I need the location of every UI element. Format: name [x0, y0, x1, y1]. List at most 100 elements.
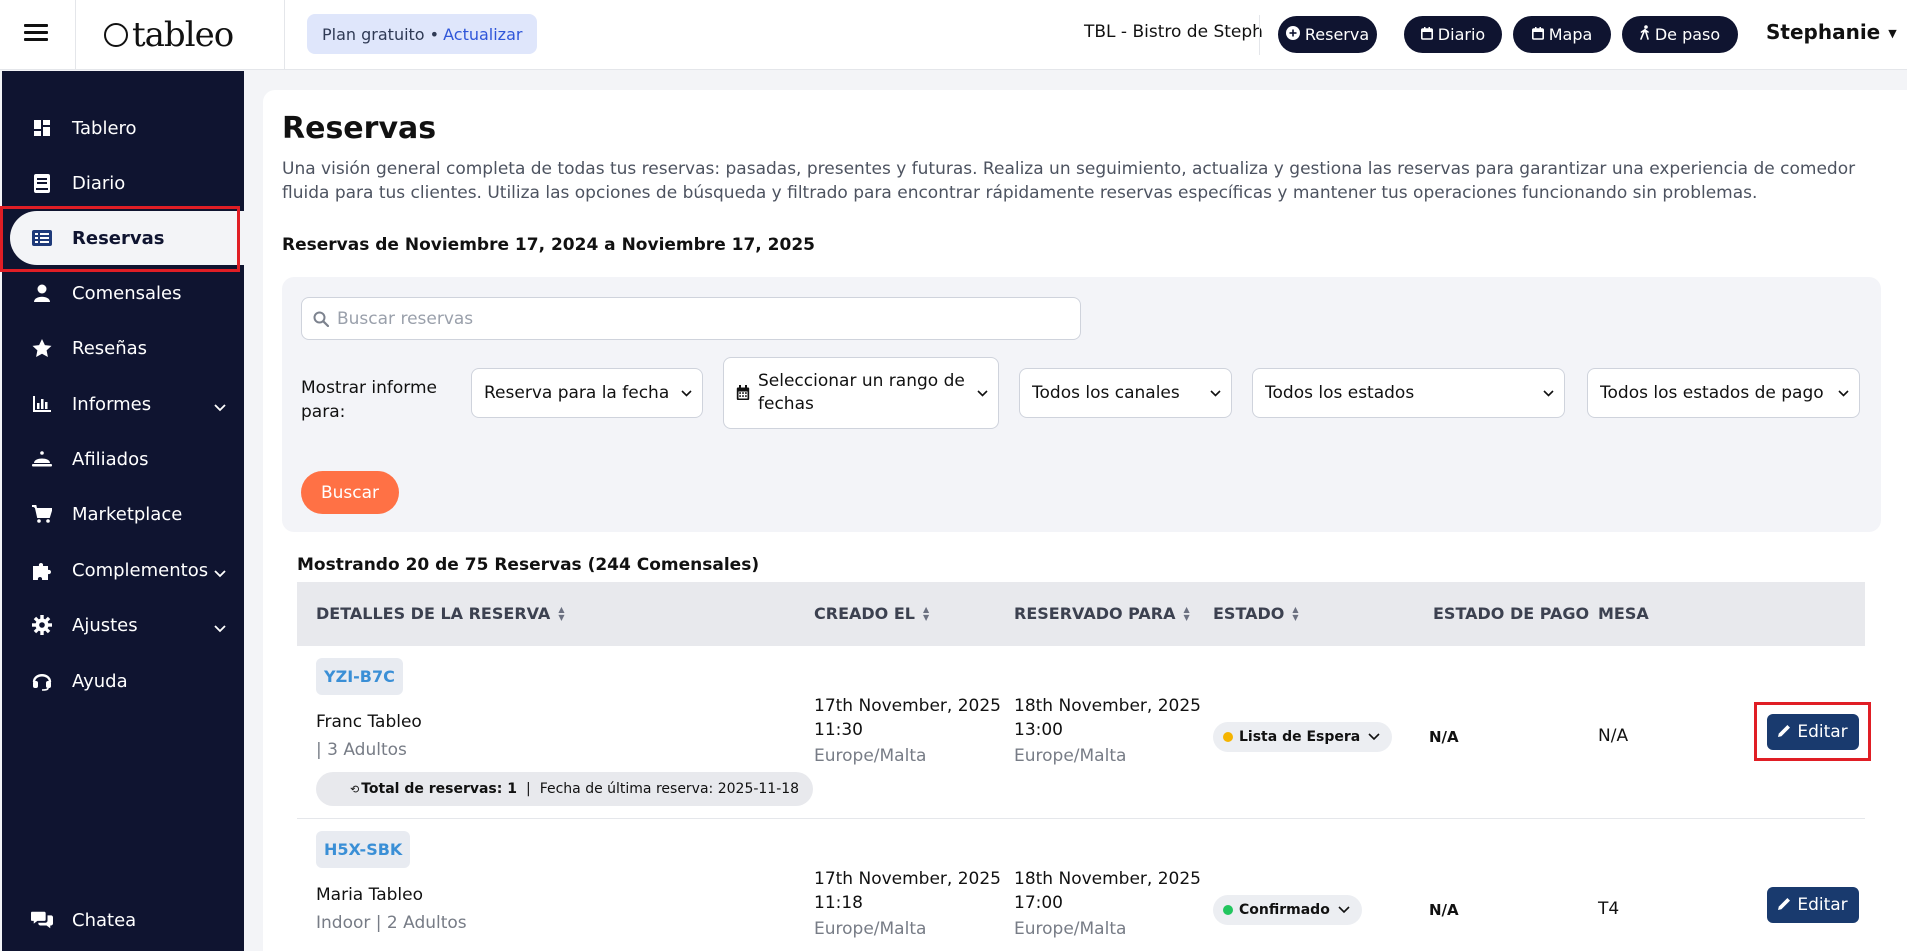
sidebar-item-label: Informes: [72, 393, 152, 415]
status-select[interactable]: Todos los estados: [1252, 368, 1565, 418]
sidebar-item-resenas[interactable]: Reseñas: [2, 323, 244, 373]
date-type-value: Reserva para la fecha: [484, 383, 670, 403]
sidebar: Tablero Diario Reservas Comensales Reseñ…: [2, 71, 244, 951]
created-time: 11:30: [814, 720, 863, 740]
sort-icon: ▲ ▼: [1183, 604, 1190, 622]
divider: [75, 0, 76, 70]
guest-stats: ⟲ Total de reservas: 1 | Fecha de última…: [316, 772, 813, 806]
status-dropdown[interactable]: Confirmado: [1213, 895, 1362, 925]
sidebar-item-comensales[interactable]: Comensales: [2, 268, 244, 318]
sidebar-item-marketplace[interactable]: Marketplace: [2, 489, 244, 539]
chevron-down-icon: [681, 386, 692, 400]
diary-button[interactable]: Diario: [1404, 16, 1502, 53]
pencil-icon: [1778, 722, 1791, 742]
column-header-label: MESA: [1598, 604, 1649, 623]
sidebar-item-tablero[interactable]: Tablero: [2, 103, 244, 153]
channel-value: Todos los canales: [1032, 383, 1180, 403]
sidebar-item-label: Reseñas: [72, 337, 148, 359]
sidebar-item-ajustes[interactable]: Ajustes: [2, 600, 244, 650]
calendar-icon: [1420, 25, 1433, 44]
reserved-for: 18th November, 2025 13:00 Europe/Malta: [1014, 694, 1201, 768]
party-details: Indoor | 2 Adultos: [316, 913, 467, 933]
calendar-icon: [736, 385, 750, 401]
sidebar-item-diario[interactable]: Diario: [2, 158, 244, 208]
table-row: H5X-SBK Maria Tableo Indoor | 2 Adultos …: [297, 819, 1865, 951]
status-dot: [1223, 732, 1233, 742]
bell-icon: [31, 448, 53, 470]
created-at: 17th November, 2025 11:18 Europe/Malta: [814, 867, 1001, 941]
reserved-time: 17:00: [1014, 893, 1063, 913]
map-button[interactable]: Mapa: [1513, 16, 1611, 53]
chevron-down-icon: [1338, 906, 1350, 914]
sidebar-item-complementos[interactable]: Complementos: [2, 545, 244, 595]
chat-button[interactable]: Chatea: [2, 895, 244, 945]
created-time: 11:18: [814, 893, 863, 913]
sidebar-item-ayuda[interactable]: Ayuda: [2, 656, 244, 706]
chevron-down-icon: [1368, 733, 1380, 741]
chat-label: Chatea: [72, 909, 137, 931]
walk-in-button[interactable]: De paso: [1622, 16, 1738, 53]
logo[interactable]: tableo: [104, 13, 234, 57]
channel-select[interactable]: Todos los canales: [1019, 368, 1232, 418]
cart-icon: [31, 503, 53, 525]
edit-label: Editar: [1797, 722, 1848, 742]
chevron-down-icon: [214, 617, 226, 638]
search-field[interactable]: [301, 297, 1081, 340]
table-header: DETALLES DE LA RESERVA ▲ ▼ CREADO EL ▲ ▼ R…: [297, 582, 1865, 646]
created-timezone: Europe/Malta: [814, 746, 927, 766]
plan-label: Plan gratuito •: [322, 24, 440, 44]
reservations-card: Reservas Una visión general completa de …: [263, 90, 1907, 951]
date-range-value: Seleccionar un rango de fechas: [758, 371, 965, 414]
reservation-code[interactable]: YZI-B7C: [316, 658, 403, 695]
sidebar-item-label: Complementos: [72, 559, 209, 581]
edit-button[interactable]: Editar: [1767, 887, 1859, 923]
guest-name: Franc Tableo: [316, 712, 422, 732]
gear-icon: [31, 614, 53, 636]
edit-button[interactable]: Editar: [1767, 714, 1859, 750]
sort-icon: ▲ ▼: [922, 604, 930, 622]
user-name: Stephanie: [1766, 20, 1881, 44]
sidebar-item-afiliados[interactable]: Afiliados: [2, 434, 244, 484]
sidebar-item-label: Comensales: [72, 282, 182, 304]
column-header-status[interactable]: ESTADO ▲ ▼: [1213, 604, 1299, 623]
sort-icon: ▲ ▼: [558, 604, 565, 622]
reserved-for: 18th November, 2025 17:00 Europe/Malta: [1014, 867, 1201, 941]
sidebar-item-informes[interactable]: Informes: [2, 379, 244, 429]
separator: |: [525, 781, 531, 797]
new-reservation-button[interactable]: Reserva: [1278, 16, 1377, 53]
sidebar-item-reservas[interactable]: Reservas: [10, 211, 244, 265]
column-header-table: MESA: [1598, 604, 1649, 623]
column-header-label: DETALLES DE LA RESERVA: [316, 604, 551, 623]
payment-status: N/A: [1429, 728, 1459, 746]
status-dot: [1223, 905, 1233, 915]
status-dropdown[interactable]: Lista de Espera: [1213, 722, 1393, 752]
search-input[interactable]: [337, 308, 1037, 329]
hamburger-menu-icon[interactable]: [24, 24, 48, 44]
date-range-select[interactable]: Seleccionar un rango de fechas: [723, 357, 999, 429]
user-menu[interactable]: Stephanie ▼: [1766, 20, 1897, 44]
sort-icon: ▲ ▼: [1292, 604, 1299, 622]
search-button[interactable]: Buscar: [301, 471, 399, 514]
venue-name: TBL - Bistro de Steph: [1084, 22, 1263, 42]
reservation-code[interactable]: H5X-SBK: [316, 831, 411, 868]
payment-status-select[interactable]: Todos los estados de pago: [1587, 368, 1860, 418]
upgrade-link[interactable]: Actualizar: [443, 25, 522, 44]
sidebar-item-label: Tablero: [72, 117, 137, 139]
chart-icon: [31, 393, 53, 415]
total-reservations: Total de reservas: 1: [361, 781, 517, 797]
created-date: 17th November, 2025: [814, 696, 1001, 716]
column-header-reserved-for[interactable]: RESERVADO PARA ▲ ▼: [1014, 604, 1190, 623]
new-reservation-label: Reserva: [1304, 25, 1370, 44]
edit-label: Editar: [1797, 895, 1848, 915]
search-icon: [313, 311, 329, 327]
column-header-details[interactable]: DETALLES DE LA RESERVA ▲ ▼: [316, 604, 564, 623]
chevron-down-icon: [214, 562, 226, 583]
sidebar-item-label: Reservas: [72, 227, 165, 249]
dashboard-icon: [31, 117, 53, 139]
column-header-created[interactable]: CREADO EL ▲ ▼: [814, 604, 929, 623]
date-type-select[interactable]: Reserva para la fecha: [471, 368, 703, 418]
page-title: Reservas: [282, 111, 437, 146]
status-label: Confirmado: [1239, 902, 1330, 918]
created-at: 17th November, 2025 11:30 Europe/Malta: [814, 694, 1001, 768]
chevron-down-icon: [1543, 386, 1554, 400]
